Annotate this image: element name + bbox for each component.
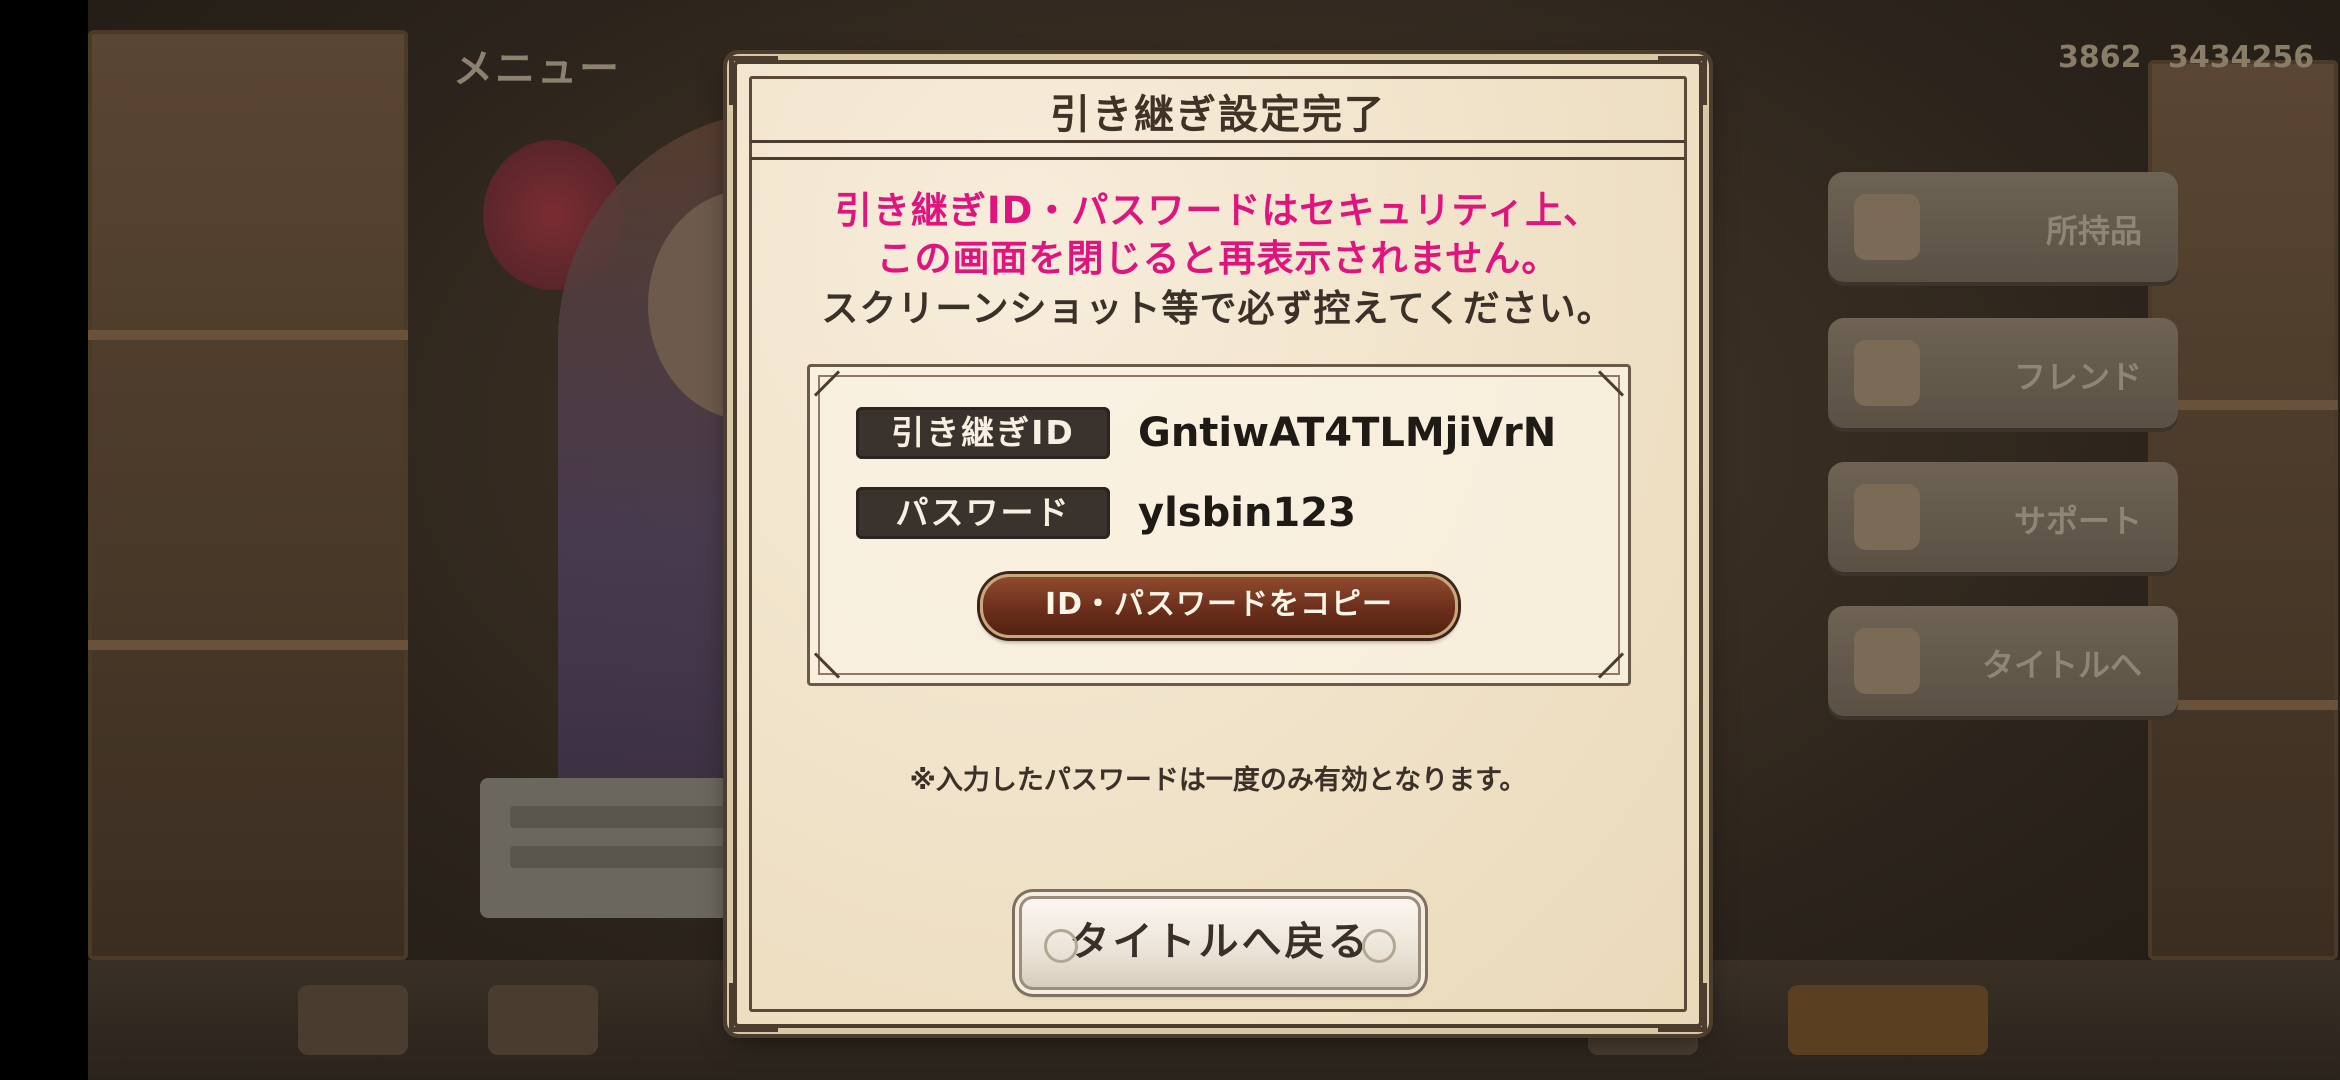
frame-corner bbox=[1658, 983, 1707, 1032]
friends-icon bbox=[1854, 340, 1920, 406]
password-value: ylsbin123 bbox=[1138, 490, 1356, 536]
box-corner bbox=[814, 653, 840, 679]
side-button-label: サポート bbox=[2013, 502, 2142, 540]
bottom-nav-item bbox=[488, 985, 598, 1055]
transfer-id-label: 引き継ぎID bbox=[856, 407, 1110, 459]
side-button-title: タイトルへ bbox=[1828, 606, 2178, 716]
screenshot-instruction: スクリーンショット等で必ず控えてください。 bbox=[821, 287, 1615, 330]
title-divider bbox=[751, 140, 1685, 160]
side-button-label: フレンド bbox=[2013, 358, 2142, 396]
return-to-title-button[interactable]: タイトルへ戻る bbox=[1019, 896, 1421, 990]
security-warning-line-1: 引き継ぎID・パスワードはセキュリティ上、 bbox=[834, 189, 1602, 232]
credentials-box: 引き継ぎID GntiwAT4TLMjiVrN パスワード ylsbin123 … bbox=[807, 364, 1631, 686]
bottom-nav-item bbox=[1788, 985, 1988, 1055]
side-button-items: 所持品 bbox=[1828, 172, 2178, 282]
side-button-support: サポート bbox=[1828, 462, 2178, 572]
side-button-friends: フレンド bbox=[1828, 318, 2178, 428]
dialog-title: 引き継ぎ設定完了 bbox=[1050, 92, 1386, 138]
side-button-label: 所持品 bbox=[2045, 212, 2142, 250]
ornament-icon bbox=[1362, 929, 1396, 963]
shelf-divider bbox=[88, 330, 408, 340]
copy-credentials-button[interactable]: ID・パスワードをコピー bbox=[980, 574, 1458, 638]
side-button-label: タイトルへ bbox=[1981, 646, 2142, 684]
password-label: パスワード bbox=[856, 487, 1110, 539]
door-icon bbox=[1854, 628, 1920, 694]
frame-corner bbox=[729, 983, 778, 1032]
transfer-id-value: GntiwAT4TLMjiVrN bbox=[1138, 410, 1557, 456]
security-warning-line-2: この画面を閉じると再表示されません。 bbox=[876, 237, 1560, 280]
bottom-nav-item bbox=[298, 985, 408, 1055]
shelf-divider bbox=[88, 640, 408, 650]
currency-counter: 3862 bbox=[2058, 40, 2142, 75]
speech-line bbox=[510, 846, 730, 868]
return-button-label: タイトルへ戻る bbox=[1069, 919, 1371, 965]
box-corner bbox=[1598, 653, 1624, 679]
menu-label: メニュー bbox=[453, 46, 621, 92]
box-corner bbox=[1598, 371, 1624, 397]
box-corner bbox=[814, 371, 840, 397]
ornament-icon bbox=[1044, 929, 1078, 963]
left-bookshelf bbox=[88, 30, 408, 960]
bag-icon bbox=[1854, 194, 1920, 260]
password-validity-note: ※入力したパスワードは一度のみ有効となります。 bbox=[909, 765, 1527, 796]
transfer-complete-dialog: 引き継ぎ設定完了 引き継ぎID・パスワードはセキュリティ上、 この画面を閉じると… bbox=[729, 56, 1707, 1032]
mail-icon bbox=[1854, 484, 1920, 550]
gold-counter: 3434256 bbox=[2168, 40, 2315, 75]
